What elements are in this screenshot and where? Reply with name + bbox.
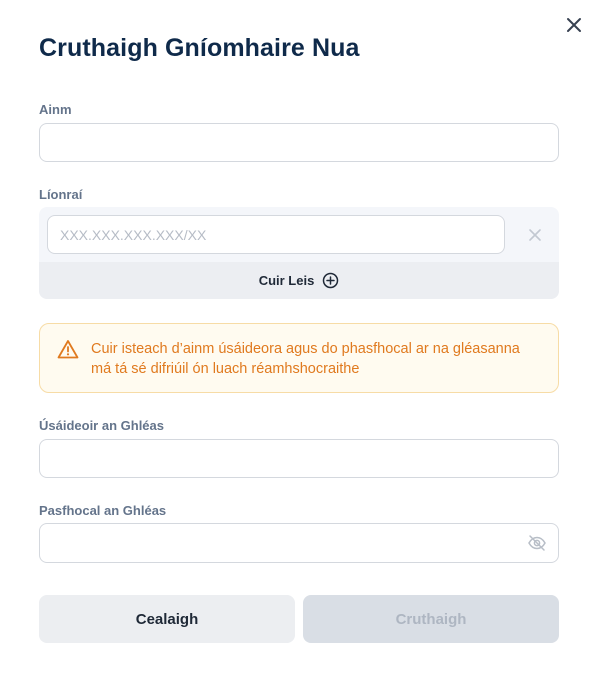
plus-circle-icon (323, 272, 339, 289)
warning-text: Cuir isteach d’ainm úsáideora agus do ph… (91, 341, 520, 377)
cancel-button[interactable]: Cealaigh (39, 595, 295, 643)
create-button[interactable]: Cruthaigh (303, 595, 559, 643)
eye-off-icon (528, 535, 546, 551)
networks-list: Cuir Leis (39, 207, 559, 299)
device-password-label: Pasfhocal an Ghléas (39, 503, 167, 518)
warning-banner: Cuir isteach d’ainm úsáideora agus do ph… (39, 323, 559, 393)
close-button[interactable] (563, 14, 585, 36)
device-user-label: Úsáideoir an Ghléas (39, 418, 164, 433)
add-network-label: Cuir Leis (258, 273, 315, 288)
networks-label: Líonraí (39, 187, 83, 202)
add-network-button[interactable]: Cuir Leis (39, 262, 559, 299)
remove-network-button[interactable] (528, 228, 542, 242)
name-label: Ainm (39, 102, 72, 117)
dialog-title: Cruthaigh Gníomhaire Nua (39, 34, 360, 62)
device-user-input[interactable] (39, 439, 559, 478)
warning-triangle-icon (57, 340, 79, 359)
device-password-input[interactable] (39, 523, 559, 563)
close-icon (567, 18, 581, 32)
toggle-password-visibility-button[interactable] (527, 533, 547, 553)
close-icon (529, 229, 541, 241)
name-input[interactable] (39, 123, 559, 162)
network-input[interactable] (47, 215, 505, 254)
create-agent-dialog: Cruthaigh Gníomhaire Nua Ainm Líonraí Cu… (0, 0, 597, 681)
